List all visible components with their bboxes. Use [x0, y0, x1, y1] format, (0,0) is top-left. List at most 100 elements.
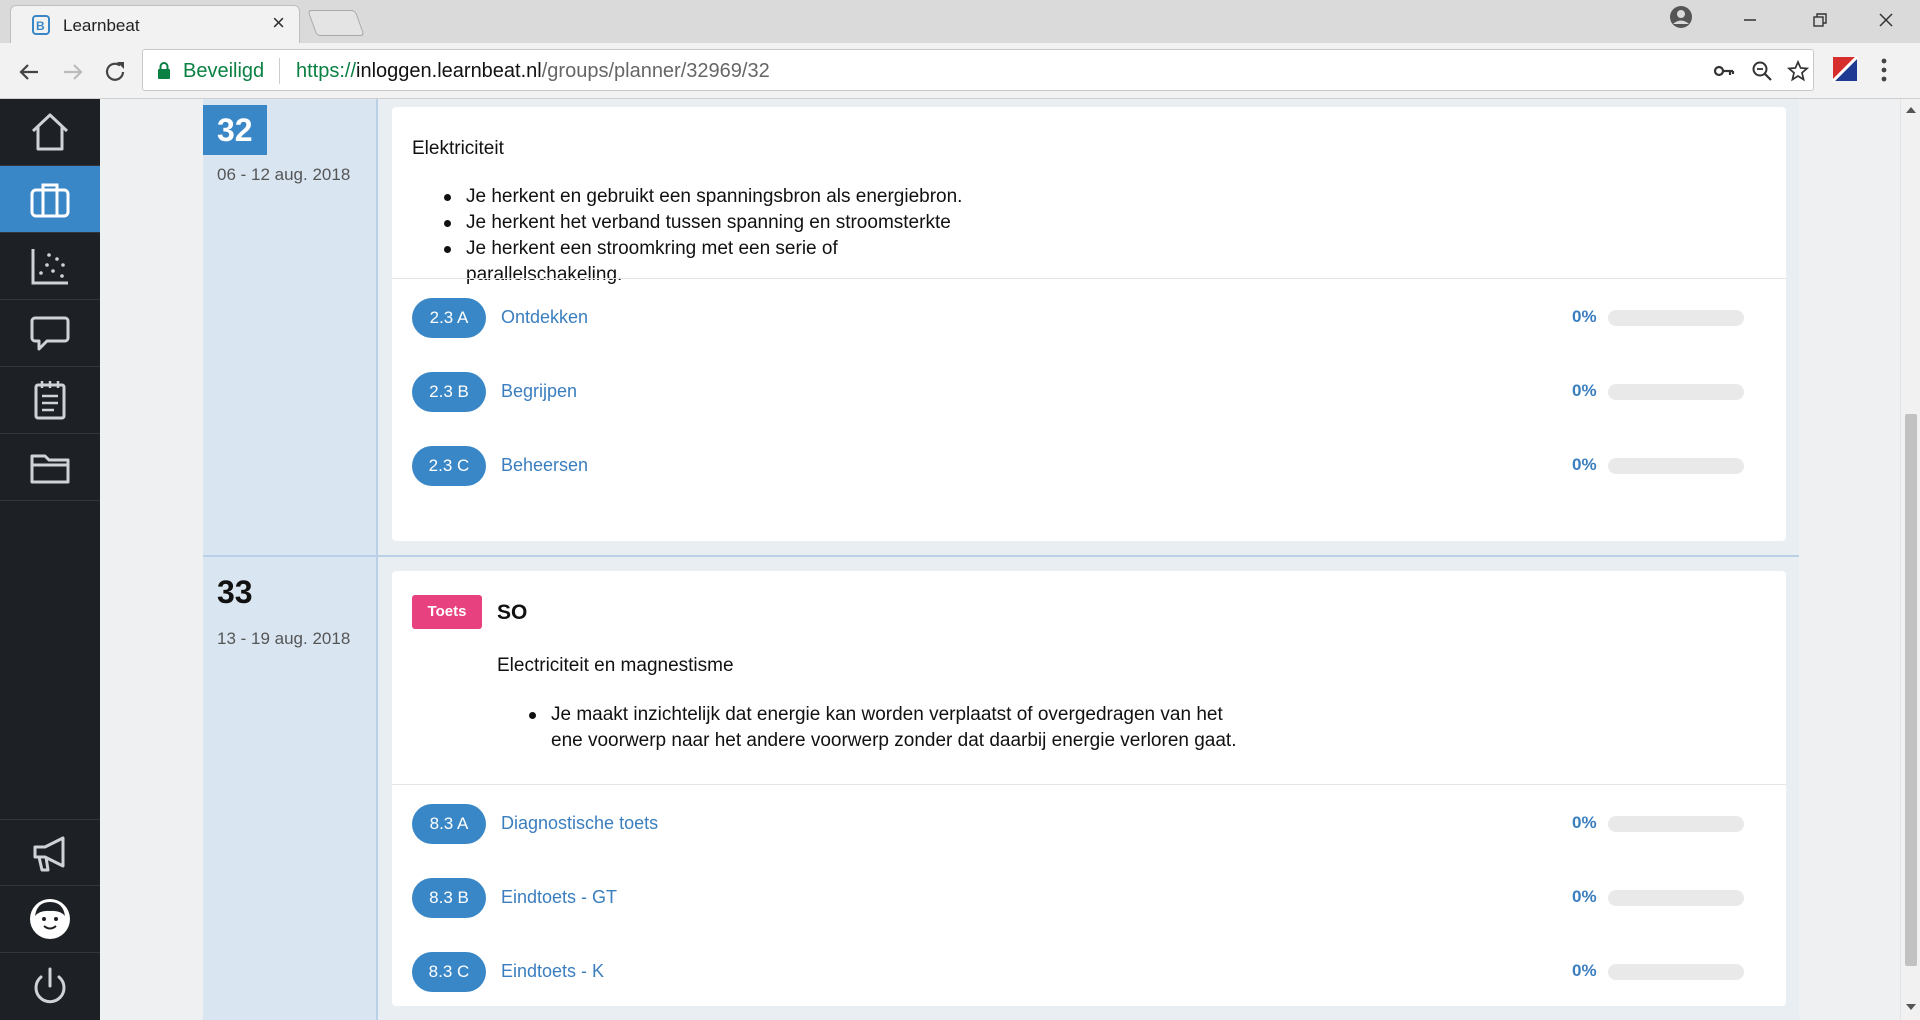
browser-tab[interactable]: B Learnbeat × — [10, 5, 300, 43]
week-number[interactable]: 33 — [203, 567, 267, 617]
learning-goals: Je herkent en gebruikt een spanningsbron… — [412, 184, 962, 288]
notepad-icon — [34, 381, 66, 420]
lock-icon — [158, 62, 170, 79]
browser-tabstrip: B Learnbeat × — [0, 0, 1920, 43]
week-card: Elektriciteit Je herkent en gebruikt een… — [392, 107, 1786, 541]
assessment-title: SO — [497, 601, 528, 624]
task-title-link[interactable]: Diagnostische toets — [501, 813, 658, 834]
sidebar-item-home[interactable] — [0, 99, 100, 166]
task-percent: 0% — [1572, 813, 1597, 832]
close-icon — [1879, 13, 1893, 27]
close-window-button[interactable] — [1856, 8, 1916, 36]
secure-label: Beveiligd — [183, 60, 265, 82]
topic-title: Electriciteit en magnestisme — [497, 655, 734, 676]
scatter-chart-icon — [31, 249, 68, 285]
task-code-badge[interactable]: 2.3 B — [412, 372, 486, 412]
card-divider — [392, 278, 1786, 279]
minimize-window-button[interactable] — [1720, 8, 1780, 36]
tab-close-icon[interactable]: × — [272, 12, 285, 34]
toets-badge: Toets — [412, 595, 482, 629]
task-percent: 0% — [1572, 307, 1597, 326]
briefcase-icon — [30, 183, 70, 218]
minimize-icon — [1744, 19, 1756, 21]
browser-toolbar: Beveiligd https://inloggen.learnbeat.nl/… — [0, 43, 1920, 99]
extension-flag-icon[interactable] — [1832, 56, 1858, 82]
scroll-down-icon[interactable] — [1906, 1004, 1916, 1010]
task-percent: 0% — [1572, 455, 1597, 474]
speech-bubble-icon — [30, 316, 70, 351]
goal-item: Je herkent en gebruikt een spanningsbron… — [412, 184, 962, 210]
task-code-badge[interactable]: 8.3 B — [412, 878, 486, 918]
url-text: https://inloggen.learnbeat.nl/groups/pla… — [296, 60, 770, 82]
task-row[interactable]: 2.3 A Ontdekken 0% — [392, 287, 1786, 347]
task-title-link[interactable]: Eindtoets - K — [501, 961, 604, 982]
scroll-up-icon[interactable] — [1906, 107, 1916, 113]
week-card: Toets SO Electriciteit en magnestisme Je… — [392, 571, 1786, 1006]
week-dates: 06 - 12 aug. 2018 — [217, 165, 351, 184]
task-progress-bar — [1608, 310, 1744, 326]
address-separator — [279, 58, 280, 84]
task-title-link[interactable]: Begrijpen — [501, 381, 577, 402]
sidebar-item-notes[interactable] — [0, 367, 100, 434]
page-scrollbar[interactable] — [1900, 99, 1920, 1020]
task-code-badge[interactable]: 2.3 A — [412, 298, 486, 338]
avatar-icon — [30, 899, 70, 939]
home-icon — [31, 113, 69, 151]
goal-item-continued: parallelschakeling. — [466, 264, 623, 285]
learning-goals: Je maakt inzichtelijk dat energie kan wo… — [497, 702, 1236, 754]
goal-item-continued: ene voorwerp naar het andere voorwerp zo… — [551, 730, 1237, 751]
svg-text:B: B — [36, 19, 45, 33]
task-row[interactable]: 8.3 C Eindtoets - K 0% — [392, 941, 1786, 1001]
megaphone-icon — [33, 836, 65, 871]
sidebar-item-messages[interactable] — [0, 300, 100, 367]
learnbeat-favicon-icon: B — [32, 15, 50, 35]
week-column: 32 06 - 12 aug. 2018 — [203, 99, 378, 556]
key-icon[interactable] — [1713, 60, 1735, 82]
folder-icon — [30, 454, 70, 484]
tab-title: Learnbeat — [63, 16, 140, 35]
task-progress-bar — [1608, 816, 1744, 832]
task-progress-bar — [1608, 458, 1744, 474]
back-arrow-icon[interactable] — [14, 57, 44, 87]
task-percent: 0% — [1572, 381, 1597, 400]
restore-icon — [1813, 13, 1827, 27]
week-column: 33 13 - 19 aug. 2018 — [203, 557, 378, 1020]
restore-window-button[interactable] — [1790, 8, 1850, 36]
new-tab-button[interactable] — [307, 10, 365, 36]
browser-profile-icon[interactable] — [1668, 4, 1694, 30]
task-title-link[interactable]: Beheersen — [501, 455, 588, 476]
task-code-badge[interactable]: 8.3 C — [412, 952, 486, 992]
card-divider — [392, 784, 1786, 785]
task-row[interactable]: 2.3 C Beheersen 0% — [392, 435, 1786, 495]
app-sidebar — [0, 99, 100, 1020]
task-row[interactable]: 8.3 A Diagnostische toets 0% — [392, 793, 1786, 853]
sidebar-item-announcements[interactable] — [0, 819, 100, 886]
task-row[interactable]: 8.3 B Eindtoets - GT 0% — [392, 867, 1786, 927]
goal-item: Je herkent het verband tussen spanning e… — [412, 210, 962, 236]
week-number-current[interactable]: 32 — [203, 105, 267, 155]
task-percent: 0% — [1572, 887, 1597, 906]
task-code-badge[interactable]: 8.3 A — [412, 804, 486, 844]
task-progress-bar — [1608, 384, 1744, 400]
task-row[interactable]: 2.3 B Begrijpen 0% — [392, 361, 1786, 421]
sidebar-item-results[interactable] — [0, 233, 100, 300]
week-row: 32 06 - 12 aug. 2018 Elektriciteit Je he… — [203, 99, 1799, 556]
week-dates: 13 - 19 aug. 2018 — [217, 629, 351, 648]
task-percent: 0% — [1572, 961, 1597, 980]
sidebar-item-logout[interactable] — [0, 953, 100, 1020]
task-title-link[interactable]: Eindtoets - GT — [501, 887, 617, 908]
task-title-link[interactable]: Ontdekken — [501, 307, 588, 328]
task-progress-bar — [1608, 890, 1744, 906]
scroll-thumb[interactable] — [1905, 414, 1917, 966]
forward-arrow-icon[interactable] — [58, 57, 88, 87]
browser-menu-icon[interactable] — [1880, 55, 1888, 85]
task-code-badge[interactable]: 2.3 C — [412, 446, 486, 486]
sidebar-item-files[interactable] — [0, 434, 100, 501]
week-row: 33 13 - 19 aug. 2018 Toets SO Electricit… — [203, 557, 1799, 1020]
bookmark-star-icon[interactable] — [1787, 60, 1809, 82]
sidebar-item-briefcase[interactable] — [0, 166, 100, 233]
address-bar[interactable]: Beveiligd https://inloggen.learnbeat.nl/… — [142, 49, 1814, 91]
sidebar-item-profile[interactable] — [0, 886, 100, 953]
reload-icon[interactable] — [100, 57, 130, 87]
zoom-out-icon[interactable] — [1751, 60, 1773, 82]
